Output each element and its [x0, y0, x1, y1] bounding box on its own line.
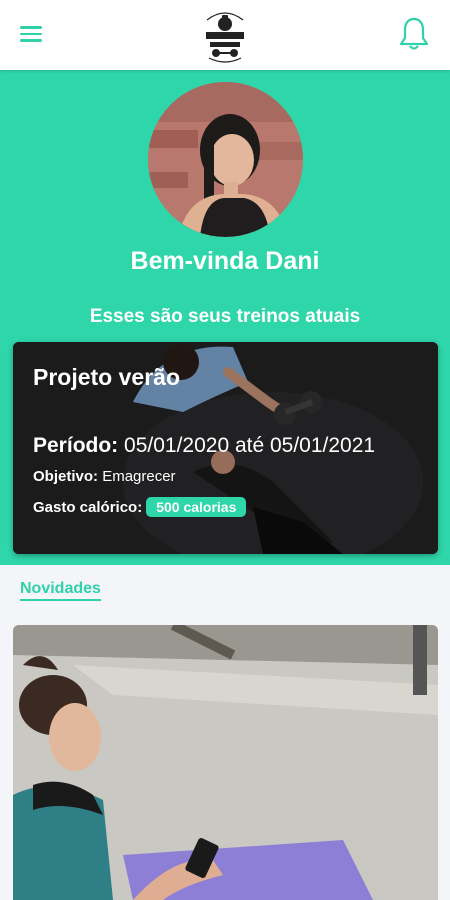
workout-card[interactable]: Projeto verão Período: 05/01/2020 até 05…	[13, 342, 438, 554]
objective-value: Emagrecer	[102, 468, 176, 485]
workout-objective: Objetivo: Emagrecer	[33, 468, 176, 485]
app-bar	[0, 0, 450, 70]
menu-icon-line	[20, 32, 42, 35]
menu-icon-line	[20, 26, 42, 29]
objective-label: Objetivo:	[33, 468, 99, 485]
welcome-title: Bem-vinda Dani	[130, 247, 320, 275]
avatar[interactable]	[148, 82, 303, 237]
workout-calories: Gasto calórico: 500 calorias	[33, 497, 247, 517]
period-label: Período:	[33, 434, 119, 457]
workouts-subtitle: Esses são seus treinos atuais	[89, 306, 361, 327]
menu-icon-line	[20, 39, 42, 42]
menu-button[interactable]	[20, 22, 50, 48]
calories-label: Gasto calórico:	[33, 498, 143, 516]
workout-period: Período: 05/01/2020 até 05/01/2021	[33, 434, 375, 458]
workout-title: Projeto verão	[33, 364, 180, 390]
period-value: 05/01/2020 até 05/01/2021	[124, 434, 376, 457]
gym-logo-icon	[206, 12, 244, 63]
news-tab[interactable]: Novidades	[20, 580, 101, 601]
avatar-photo	[148, 82, 303, 237]
news-card[interactable]	[13, 625, 438, 900]
bell-icon[interactable]	[398, 16, 430, 52]
news-photo	[13, 625, 438, 900]
calories-badge: 500 calorias	[146, 497, 247, 517]
